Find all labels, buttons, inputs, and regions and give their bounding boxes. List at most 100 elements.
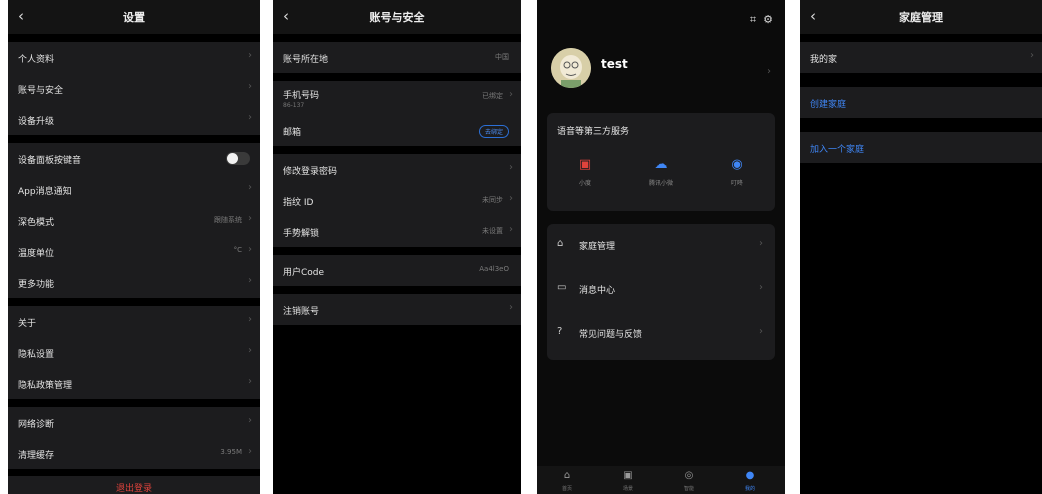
chevron-right-icon: › <box>248 446 252 457</box>
tab-me[interactable]: ● 我的 <box>735 470 765 492</box>
chevron-right-icon: › <box>509 89 513 100</box>
settings-screen: ‹ 设置 个人资料 › 账号与安全 › 设备升级 › 设备面板按键音 App消息通知 ›… <box>8 0 260 494</box>
menu-family-management[interactable]: ⌂ 家庭管理 › <box>547 224 775 268</box>
region-label: 账号所在地 <box>283 55 329 65</box>
settings-item-label: 隐私设置 <box>18 350 55 360</box>
menu-label: 常见问题与反馈 <box>579 330 643 340</box>
menu-message-center[interactable]: ▭ 消息中心 › <box>547 268 775 312</box>
settings-item-label: 设备面板按键音 <box>18 156 82 166</box>
phone-number-row[interactable]: 手机号码 86-137 已绑定 › <box>273 81 521 115</box>
gesture-unlock-row[interactable]: 手势解锁 未设置 › <box>273 216 521 247</box>
settings-item-label: 清理缓存 <box>18 451 55 461</box>
settings-item-dark-mode[interactable]: 深色模式 跟随系统 › <box>8 205 260 236</box>
settings-header: ‹ 设置 <box>8 0 260 34</box>
settings-item-device-upgrade[interactable]: 设备升级 › <box>8 104 260 135</box>
service-dingdong[interactable]: ◉ 叮咚 <box>707 157 767 188</box>
change-password-row[interactable]: 修改登录密码 › <box>273 154 521 185</box>
family-header: ‹ 家庭管理 <box>800 0 1042 34</box>
menu-faq-feedback[interactable]: ? 常见问题与反馈 › <box>547 312 775 356</box>
chevron-right-icon: › <box>509 193 513 204</box>
settings-item-about[interactable]: 关于 › <box>8 306 260 337</box>
phone-number-value: 86-137 <box>283 102 305 109</box>
settings-item-label: 温度单位 <box>18 249 55 259</box>
dingdong-icon: ◉ <box>731 157 743 172</box>
chevron-right-icon: › <box>248 182 252 193</box>
help-icon: ? <box>557 326 563 337</box>
settings-item-profile[interactable]: 个人资料 › <box>8 42 260 73</box>
profile-screen: ⌗ ⚙ test › 语音等第三方服务 ▣ 小度 ☁ 腾讯小微 ◉ 叮咚 ⌂ 家… <box>537 0 785 494</box>
chevron-right-icon: › <box>509 224 513 235</box>
scan-icon[interactable]: ⌗ <box>750 13 756 26</box>
gear-icon[interactable]: ⚙ <box>763 13 773 26</box>
tab-smart[interactable]: ◎ 智能 <box>674 470 704 492</box>
chevron-right-icon[interactable]: › <box>767 66 771 77</box>
settings-item-more-features[interactable]: 更多功能 › <box>8 267 260 298</box>
service-label: 腾讯小微 <box>648 180 673 187</box>
service-tencent[interactable]: ☁ 腾讯小微 <box>631 158 691 188</box>
phone-status: 已绑定 <box>482 92 503 100</box>
chevron-right-icon: › <box>248 275 252 286</box>
my-home-row[interactable]: 我的家 › <box>800 42 1042 73</box>
settings-item-temperature-unit[interactable]: 温度单位 °C › <box>8 236 260 267</box>
account-header: ‹ 账号与安全 <box>273 0 521 34</box>
family-management-screen: ‹ 家庭管理 我的家 › 创建家庭 加入一个家庭 <box>800 0 1042 494</box>
chevron-right-icon: › <box>248 345 252 356</box>
settings-item-privacy-policy[interactable]: 隐私政策管理 › <box>8 368 260 399</box>
change-password-label: 修改登录密码 <box>283 167 338 177</box>
message-icon: ▭ <box>557 282 567 293</box>
join-home-button[interactable]: 加入一个家庭 <box>810 142 864 155</box>
chevron-right-icon: › <box>248 244 252 255</box>
settings-item-key-sound: 设备面板按键音 <box>8 143 260 174</box>
chevron-right-icon: › <box>248 415 252 426</box>
service-xiaodu[interactable]: ▣ 小度 <box>555 157 615 188</box>
tab-label: 我的 <box>744 486 755 492</box>
menu-label: 消息中心 <box>579 286 616 296</box>
user-code-value: Aa4l3eO <box>479 265 509 273</box>
menu-label: 家庭管理 <box>579 242 616 252</box>
avatar[interactable] <box>551 48 591 88</box>
top-icons: ⌗ ⚙ <box>750 13 773 27</box>
key-sound-toggle[interactable] <box>226 152 250 165</box>
chevron-right-icon: › <box>248 376 252 387</box>
settings-item-account-security[interactable]: 账号与安全 › <box>8 73 260 104</box>
settings-item-label: 账号与安全 <box>18 86 64 96</box>
settings-item-privacy-settings[interactable]: 隐私设置 › <box>8 337 260 368</box>
join-home-row[interactable]: 加入一个家庭 <box>800 132 1042 163</box>
phone-label: 手机号码 <box>283 91 320 101</box>
chevron-right-icon: › <box>759 282 763 293</box>
settings-item-label: 关于 <box>18 319 37 329</box>
logout-button[interactable]: 退出登录 <box>8 476 260 494</box>
gesture-label: 手势解锁 <box>283 229 320 239</box>
delete-account-row[interactable]: 注销账号 › <box>273 294 521 325</box>
settings-item-network-diagnosis[interactable]: 网络诊断 › <box>8 407 260 438</box>
tab-label: 智能 <box>683 486 694 492</box>
email-row[interactable]: 邮箱 去绑定 <box>273 115 521 146</box>
user-code-row[interactable]: 用户Code Aa4l3eO <box>273 255 521 286</box>
account-region-row[interactable]: 账号所在地 中国 <box>273 42 521 73</box>
me-tab-icon: ● <box>745 470 755 481</box>
xiaodu-icon: ▣ <box>578 157 592 172</box>
region-value: 中国 <box>495 53 509 61</box>
chevron-right-icon: › <box>248 314 252 325</box>
settings-item-label: 深色模式 <box>18 218 55 228</box>
menu-card: ⌂ 家庭管理 › ▭ 消息中心 › ? 常见问题与反馈 › <box>547 224 775 360</box>
fingerprint-row[interactable]: 指纹 ID 未同步 › <box>273 185 521 216</box>
service-label: 小度 <box>578 180 591 187</box>
settings-item-label: 更多功能 <box>18 280 55 290</box>
tab-scene[interactable]: ▣ 场景 <box>613 470 643 492</box>
services-title: 语音等第三方服务 <box>557 127 630 137</box>
dark-mode-value: 跟随系统 <box>214 216 242 224</box>
settings-item-notifications[interactable]: App消息通知 › <box>8 174 260 205</box>
tab-label: 场景 <box>622 486 633 492</box>
create-home-button[interactable]: 创建家庭 <box>810 97 846 110</box>
bind-email-button[interactable]: 去绑定 <box>478 125 509 138</box>
create-home-row[interactable]: 创建家庭 <box>800 87 1042 118</box>
chevron-right-icon: › <box>248 112 252 123</box>
settings-item-label: App消息通知 <box>18 187 72 197</box>
gesture-value: 未设置 <box>482 227 503 235</box>
settings-item-label: 隐私政策管理 <box>18 381 73 391</box>
settings-item-label: 网络诊断 <box>18 420 55 430</box>
settings-item-clear-cache[interactable]: 清理缓存 3.95M › <box>8 438 260 469</box>
bottom-tab-bar: ⌂ 首页 ▣ 场景 ◎ 智能 ● 我的 <box>537 466 785 494</box>
tab-home[interactable]: ⌂ 首页 <box>552 470 582 492</box>
